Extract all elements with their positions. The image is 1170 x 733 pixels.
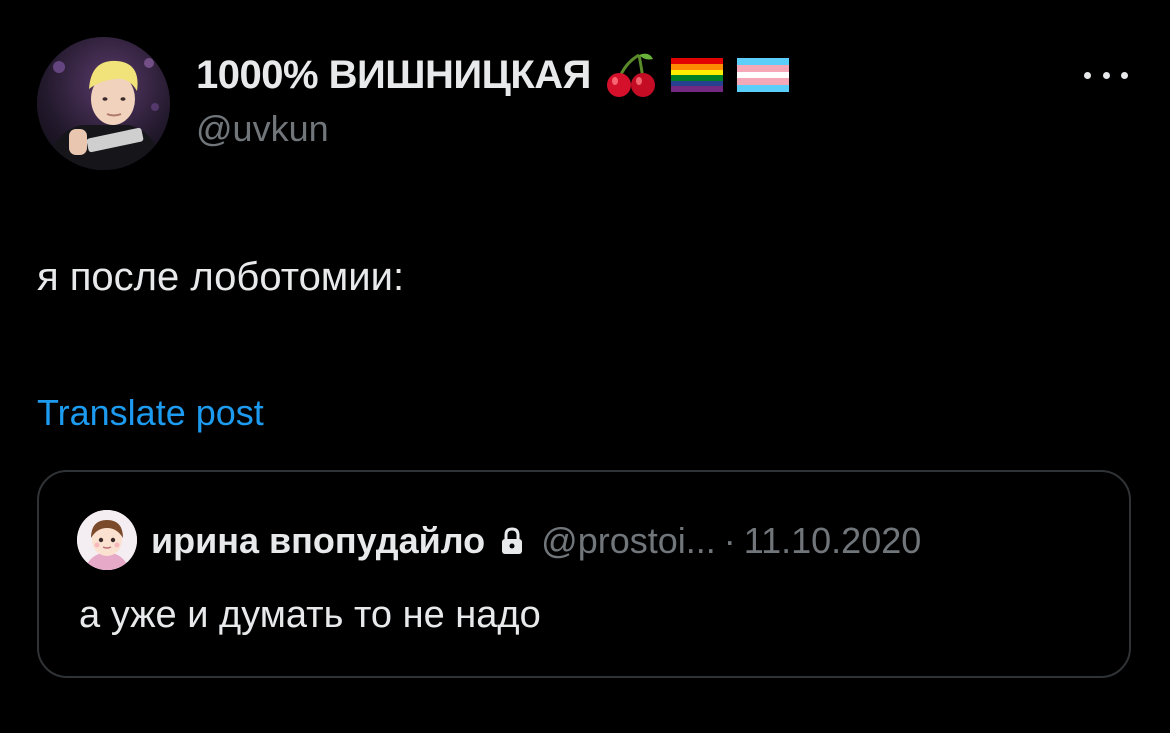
more-dot xyxy=(1102,71,1110,79)
profile-photo xyxy=(37,37,170,170)
author-avatar[interactable] xyxy=(37,37,170,170)
quoted-post-text: а уже и думать то не надо xyxy=(79,594,541,636)
post-text: я после лоботомии: xyxy=(37,255,405,299)
author-display-name[interactable]: 1000% ВИШНИЦКАЯ xyxy=(196,50,789,100)
rainbow-flag-emoji-icon xyxy=(670,58,723,92)
transgender-flag-emoji-icon xyxy=(736,58,789,92)
quoted-avatar-illustration xyxy=(77,510,137,570)
quoted-post-card[interactable]: ирина впопудайло @prostoi... · 11.10.202… xyxy=(37,470,1131,678)
separator-dot: · xyxy=(723,520,736,561)
quoted-post-date[interactable]: 11.10.2020 xyxy=(744,520,922,562)
quoted-post-header: ирина впопудайло @prostoi... · 11.10.202… xyxy=(151,516,921,566)
quoted-author-name[interactable]: ирина впопудайло xyxy=(151,520,485,562)
quoted-author-handle[interactable]: @prostoi... xyxy=(541,520,716,562)
author-handle[interactable]: @uvkun xyxy=(196,108,329,150)
translate-post-link[interactable]: Translate post xyxy=(37,392,264,434)
cherry-emoji-icon xyxy=(605,49,657,101)
quoted-author-avatar[interactable] xyxy=(77,510,137,570)
display-name-text: 1000% ВИШНИЦКАЯ xyxy=(196,52,591,97)
lock-icon xyxy=(501,527,523,555)
more-options-icon[interactable] xyxy=(1084,60,1128,90)
more-dot xyxy=(1121,71,1128,79)
more-dot xyxy=(1084,71,1091,79)
